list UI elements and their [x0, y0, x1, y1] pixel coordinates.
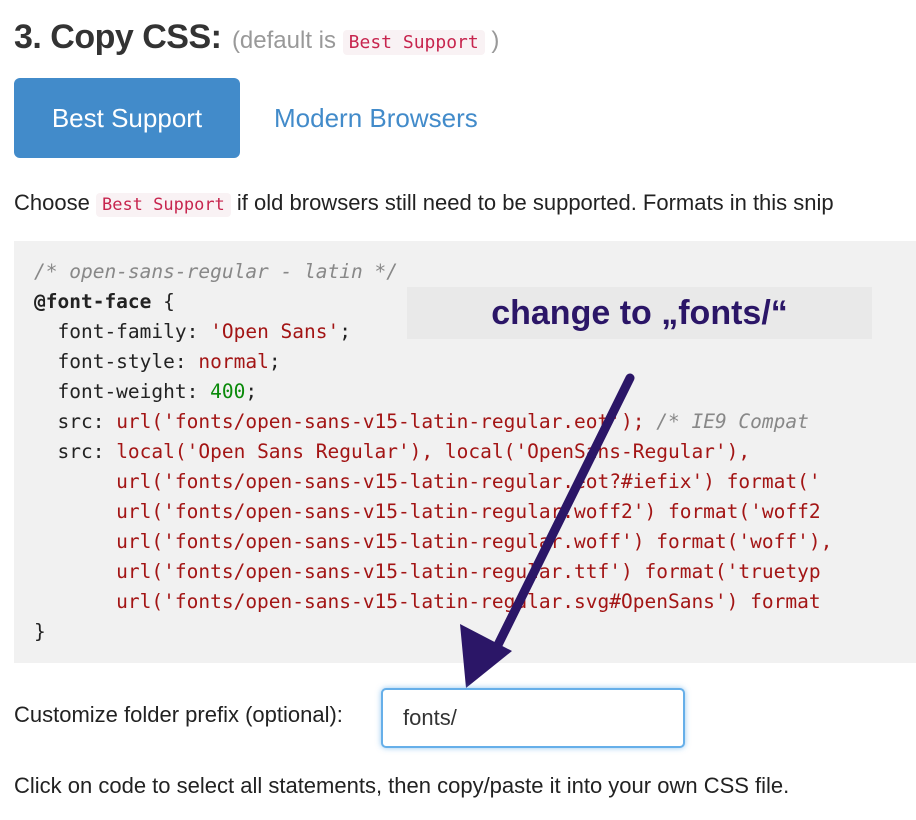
code-line-font-style: font-style: normal; — [34, 350, 281, 373]
modern-browsers-button[interactable]: Modern Browsers — [274, 78, 478, 158]
description-tag: Best Support — [95, 193, 231, 217]
code-value: local('Open Sans Regular'), local('OpenS… — [116, 440, 751, 463]
code-url-line: url('fonts/open-sans-v15-latin-regular.e… — [34, 470, 821, 493]
code-url-line: url('fonts/open-sans-v15-latin-regular.w… — [34, 500, 821, 523]
default-tag: Best Support — [342, 30, 485, 55]
code-value: 400 — [210, 380, 246, 403]
code-value: 'Open Sans' — [210, 320, 340, 343]
folder-prefix-label: Customize folder prefix (optional): — [14, 702, 343, 727]
code-prop: font-style: — [34, 350, 199, 373]
code-url-line: url('fonts/open-sans-v15-latin-regular.t… — [34, 560, 821, 583]
code-prop: font-family: — [34, 320, 211, 343]
default-note: (default is Best Support ) — [231, 27, 500, 55]
code-value: normal — [198, 350, 269, 373]
code-url-line: url('fonts/open-sans-v15-latin-regular.s… — [34, 590, 821, 613]
code-at-rule: @font-face — [34, 290, 152, 313]
description-text: Choose Best Support if old browsers stil… — [14, 190, 834, 217]
code-value: url('fonts/open-sans-v15-latin-regular.e… — [116, 410, 645, 433]
default-note-prefix: (default is — [231, 27, 336, 54]
best-support-button[interactable]: Best Support — [14, 78, 240, 158]
code-close-brace: } — [34, 620, 46, 643]
code-open-brace: { — [151, 290, 175, 313]
default-note-suffix: ) — [491, 27, 500, 54]
code-url-line: url('fonts/open-sans-v15-latin-regular.w… — [34, 530, 833, 553]
section-heading: 3. Copy CSS: (default is Best Support ) — [14, 18, 499, 57]
code-line-src-2: src: local('Open Sans Regular'), local('… — [34, 437, 916, 467]
code-prop: src: — [34, 410, 117, 433]
code-comment: /* open-sans-regular - latin */ — [34, 260, 398, 283]
code-line-font-weight: font-weight: 400; — [34, 380, 258, 403]
code-inline-comment: /* IE9 Compat — [644, 410, 809, 433]
instruction-text: Click on code to select all statements, … — [14, 773, 790, 798]
section-title: 3. Copy CSS: — [14, 18, 222, 56]
description-before: Choose — [14, 190, 90, 215]
annotation-callout: change to „fonts/“ — [407, 287, 872, 339]
folder-prefix-input[interactable] — [381, 688, 685, 748]
code-prop: src: — [34, 440, 117, 463]
code-prop: font-weight: — [34, 380, 211, 403]
description-after: if old browsers still need to be support… — [236, 190, 834, 215]
code-line-src-1: src: url('fonts/open-sans-v15-latin-regu… — [34, 407, 916, 437]
